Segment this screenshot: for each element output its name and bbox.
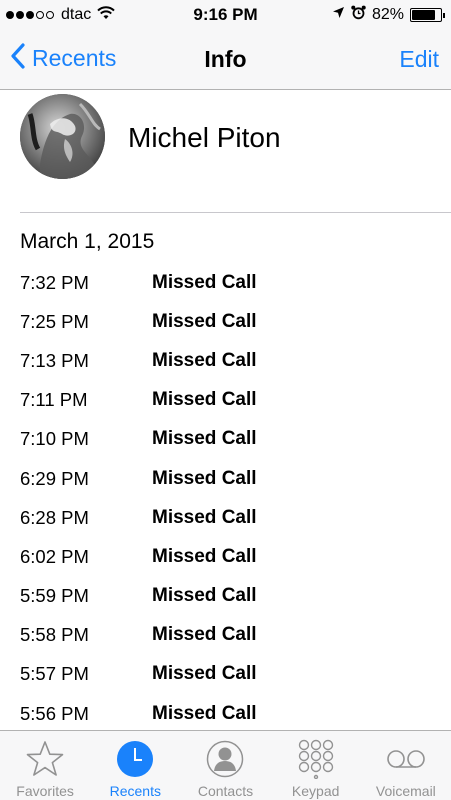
tab-bar: Favorites Recents Contacts Keypad Voicem…	[0, 730, 451, 800]
call-time: 7:11 PM	[20, 389, 88, 411]
alarm-clock-icon	[351, 5, 366, 25]
person-icon	[206, 739, 244, 779]
battery-icon	[410, 8, 442, 22]
navigation-bar: Recents Info Edit	[0, 30, 451, 90]
tab-label: Contacts	[197, 783, 254, 799]
call-time: 6:02 PM	[20, 545, 89, 567]
call-row: 5:58 PM Missed Call	[0, 616, 451, 655]
tab-favorites[interactable]: Favorites	[0, 731, 90, 800]
call-row: 7:32 PM Missed Call	[0, 263, 451, 302]
call-row: 7:10 PM Missed Call	[0, 420, 451, 459]
star-icon	[26, 739, 64, 779]
call-time: 7:13 PM	[20, 349, 89, 371]
call-time: 6:29 PM	[20, 467, 89, 489]
call-type: Missed Call	[152, 545, 257, 567]
call-time: 5:56 PM	[20, 702, 89, 724]
call-type: Missed Call	[152, 389, 257, 411]
call-type: Missed Call	[152, 663, 257, 685]
location-arrow-icon	[332, 6, 345, 24]
call-time: 7:25 PM	[20, 310, 89, 332]
tab-label: Keypad	[291, 783, 340, 799]
battery-percentage: 82%	[371, 6, 404, 23]
call-row: 6:29 PM Missed Call	[0, 459, 451, 498]
tab-label: Recents	[109, 783, 161, 799]
call-row: 7:13 PM Missed Call	[0, 341, 451, 380]
battery-cap	[443, 12, 445, 18]
edit-button[interactable]: Edit	[399, 46, 439, 73]
battery-fill	[412, 10, 435, 20]
call-time: 5:59 PM	[20, 585, 89, 607]
tab-recents[interactable]: Recents	[90, 731, 180, 800]
keypad-icon	[297, 739, 335, 779]
clock-icon	[116, 739, 154, 779]
status-right: 82%	[332, 5, 445, 25]
call-type: Missed Call	[152, 506, 257, 528]
call-row: 7:25 PM Missed Call	[0, 302, 451, 341]
tab-voicemail[interactable]: Voicemail	[361, 731, 451, 800]
voicemail-icon	[386, 739, 426, 779]
call-time: 7:32 PM	[20, 271, 89, 293]
tab-contacts[interactable]: Contacts	[180, 731, 270, 800]
call-row: 7:11 PM Missed Call	[0, 381, 451, 420]
contact-header: Michel Piton	[0, 90, 451, 212]
tab-label: Voicemail	[375, 783, 436, 799]
call-type: Missed Call	[152, 310, 257, 332]
divider	[20, 212, 451, 213]
call-date: March 1, 2015	[20, 230, 155, 253]
call-row: 6:28 PM Missed Call	[0, 498, 451, 537]
call-row: 6:02 PM Missed Call	[0, 537, 451, 576]
avatar[interactable]	[20, 94, 105, 179]
call-row: 5:59 PM Missed Call	[0, 577, 451, 616]
status-bar: dtac 9:16 PM 82%	[0, 0, 451, 30]
call-row: 5:56 PM Missed Call	[0, 694, 451, 733]
call-type: Missed Call	[152, 624, 257, 646]
call-type: Missed Call	[152, 702, 257, 724]
call-type: Missed Call	[152, 428, 257, 450]
call-time: 5:57 PM	[20, 663, 89, 685]
call-time: 7:10 PM	[20, 428, 89, 450]
call-row: 5:57 PM Missed Call	[0, 655, 451, 694]
call-time: 6:28 PM	[20, 506, 89, 528]
call-type: Missed Call	[152, 271, 257, 293]
call-type: Missed Call	[152, 467, 257, 489]
tab-keypad[interactable]: Keypad	[271, 731, 361, 800]
call-list: 7:32 PM Missed Call 7:25 PM Missed Call 7:…	[0, 263, 451, 733]
contact-name: Michel Piton	[128, 122, 281, 153]
call-time: 5:58 PM	[20, 624, 89, 646]
page-title: Info	[204, 46, 247, 72]
tab-label: Favorites	[16, 783, 74, 799]
call-type: Missed Call	[152, 349, 257, 371]
call-type: Missed Call	[152, 585, 257, 607]
